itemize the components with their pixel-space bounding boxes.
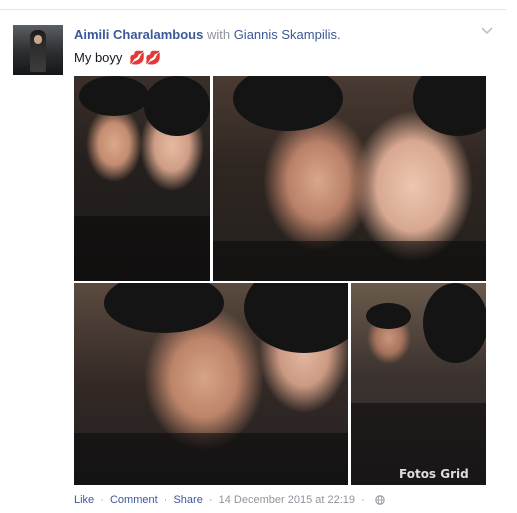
share-link[interactable]: Share xyxy=(173,494,202,506)
watermark: Fotos Grid xyxy=(399,467,469,481)
separator: · xyxy=(361,494,365,506)
post-header: Aimili Charalambous with Giannis Skampil… xyxy=(74,27,341,43)
photo-4[interactable]: Fotos Grid xyxy=(351,283,486,485)
timestamp[interactable]: 14 December 2015 at 22:19 xyxy=(219,494,355,506)
status-text: My boyy 💋💋 xyxy=(74,50,161,66)
avatar[interactable] xyxy=(13,25,63,75)
hair-shape xyxy=(233,76,343,131)
chevron-down-icon[interactable] xyxy=(480,23,494,37)
hair-shape xyxy=(144,76,210,136)
with-text: with xyxy=(206,27,231,42)
like-link[interactable]: Like xyxy=(74,494,94,506)
kiss-emoji: 💋💋 xyxy=(129,50,162,65)
clothing-shade xyxy=(74,433,348,485)
hair-shape xyxy=(423,283,486,363)
hair-shape xyxy=(104,283,224,333)
separator: · xyxy=(208,494,213,506)
hair-shape xyxy=(79,76,149,116)
clothing-shade xyxy=(213,241,486,281)
hair-shape xyxy=(413,76,486,136)
photo-1[interactable] xyxy=(74,76,210,281)
divider xyxy=(0,9,506,10)
photo-2[interactable] xyxy=(213,76,486,281)
clothing-shade xyxy=(74,216,210,281)
author-name[interactable]: Aimili Charalambous xyxy=(74,27,203,42)
post-actions: Like · Comment · Share · 14 December 201… xyxy=(74,493,385,507)
photo-3[interactable] xyxy=(74,283,348,485)
hair-shape xyxy=(366,303,411,329)
separator: · xyxy=(100,494,104,506)
separator: · xyxy=(163,494,168,506)
comment-link[interactable]: Comment xyxy=(110,494,158,506)
hair-shape xyxy=(244,283,348,353)
status-message: My boyy xyxy=(74,50,123,65)
tagged-person[interactable]: Giannis Skampilis. xyxy=(234,27,341,42)
avatar-face xyxy=(34,35,42,44)
globe-icon[interactable] xyxy=(375,495,385,505)
